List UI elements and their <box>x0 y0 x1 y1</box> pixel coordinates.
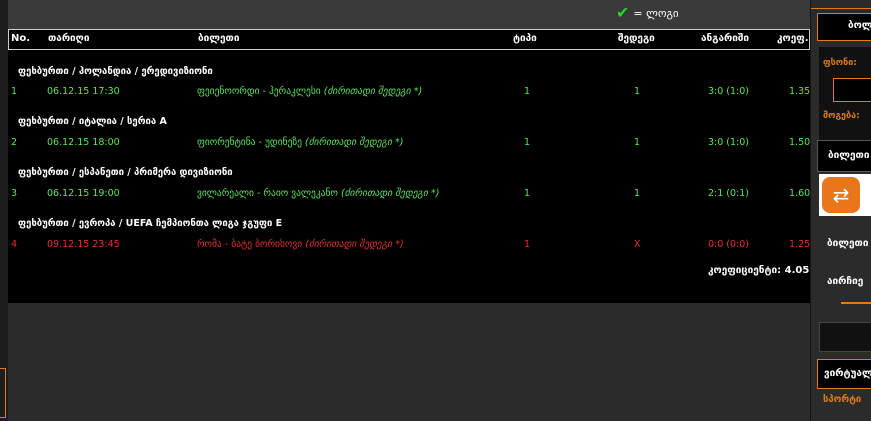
row-coef: 1.50 <box>789 137 811 148</box>
virtual-sports-button[interactable]: ვირტუალ <box>817 359 871 389</box>
row-date: 06.12.15 18:00 <box>47 137 120 148</box>
row-type: 1 <box>524 239 531 250</box>
row-event: რომა - ბატე ბორისოვი (ძირითადი შედეგი *) <box>197 239 404 250</box>
row-outcome: X <box>634 239 641 250</box>
row-score: 0:0 (0:0) <box>708 239 750 250</box>
shuffle-icon[interactable]: ⇄ <box>822 177 860 213</box>
stake-input[interactable] <box>833 78 871 102</box>
row-date: 06.12.15 19:00 <box>47 188 120 199</box>
event-note: (ძირითადი შედეგი *) <box>305 137 404 148</box>
row-date: 09.12.15 23:45 <box>47 239 120 250</box>
divider <box>811 8 871 9</box>
ticket-row-label: ბილეთი <box>827 238 869 249</box>
row-coef: 1.35 <box>789 86 811 97</box>
col-score: ანგარიში <box>701 33 750 44</box>
row-type: 1 <box>524 188 531 199</box>
event-note: (ძირითადი შედეგი *) <box>323 86 423 97</box>
row-no: 3 <box>11 188 18 199</box>
league-title: ფეხბურთი / ევროპა / UEFA ჩემპიონთა ლიგა … <box>18 218 283 229</box>
legend: ✔ = ლოგი <box>616 3 679 22</box>
win-label: მოგება: <box>823 111 860 121</box>
row-coef: 1.25 <box>789 239 811 250</box>
top-bar: ✔ = ლოგი <box>8 0 810 29</box>
page-background <box>8 303 810 421</box>
legend-won-label: = ლოგი <box>633 6 679 20</box>
row-type: 1 <box>524 137 531 148</box>
col-outcome: შედეგი <box>618 33 655 44</box>
event-name: ვილარეალი - რაიო ვალეკანო <box>197 188 338 199</box>
row-score: 2:1 (0:1) <box>708 188 750 199</box>
row-event: ფიორენტინა - უდინეზე (ძირითადი შედეგი *) <box>197 137 403 148</box>
row-no: 1 <box>11 86 18 97</box>
check-icon: ✔ <box>616 3 630 22</box>
col-coef: კოეფ. <box>777 33 809 44</box>
ticket-details-panel: No. თარიღი ბილეთი ტიპი შედეგი ანგარიში კ… <box>8 29 810 303</box>
event-note: (ძირითადი შედეგი *) <box>341 188 440 199</box>
row-type: 1 <box>524 86 531 97</box>
row-no: 4 <box>11 239 18 250</box>
tab-recent[interactable]: ბოლ <box>817 13 871 41</box>
sport-link[interactable]: სპორტი <box>823 394 861 405</box>
event-name: ფეიენოორდი - ჰერაკლესი <box>197 86 321 97</box>
stake-label: ფსონი: <box>823 58 857 68</box>
table-header: No. თარიღი ბილეთი ტიპი შედეგი ანგარიში კ… <box>8 29 810 50</box>
league-title: ფეხბურთი / იტალია / სერია A <box>18 116 167 127</box>
ticket-button[interactable]: ბილეთი <box>817 140 871 172</box>
league-title: ფეხბურთი / ესპანეთი / პრიმერა დივიზიონი <box>18 167 233 178</box>
col-no: No. <box>11 33 31 44</box>
row-outcome: 1 <box>634 86 641 97</box>
left-accent-box <box>0 368 6 418</box>
tab-label: ბოლ <box>848 20 871 31</box>
row-no: 2 <box>11 137 18 148</box>
col-date: თარიღი <box>48 33 90 44</box>
col-event: ბილეთი <box>198 33 240 44</box>
choose-label: აირჩიე <box>827 276 864 287</box>
placeholder-box <box>819 322 871 352</box>
row-score: 3:0 (1:0) <box>708 86 750 97</box>
right-sidebar: ბოლ ფსონი: მოგება: ბილეთი ⇄ ბილეთი აირჩი… <box>810 0 871 421</box>
event-name: რომა - ბატე ბორისოვი <box>197 239 303 250</box>
league-title: ფეხბურთი / ჰოლანდია / ერედივიზიონი <box>18 66 213 77</box>
total-coefficient: კოეფიციენტი: 4.05 <box>708 265 810 276</box>
row-outcome: 1 <box>634 188 641 199</box>
row-score: 3:0 (1:0) <box>708 137 750 148</box>
col-type: ტიპი <box>513 33 537 44</box>
row-date: 06.12.15 17:30 <box>47 86 120 97</box>
virtual-label: ვირტუალ <box>824 368 871 379</box>
event-name: ფიორენტინა - უდინეზე <box>197 137 302 148</box>
row-event: ვილარეალი - რაიო ვალეკანო (ძირითადი შედე… <box>197 188 439 199</box>
event-note: (ძირითადი შედეგი *) <box>305 239 404 250</box>
row-event: ფეიენოორდი - ჰერაკლესი (ძირითადი შედეგი … <box>197 86 422 97</box>
divider <box>841 302 871 304</box>
row-outcome: 1 <box>634 137 641 148</box>
shuffle-panel: ⇄ <box>819 174 871 216</box>
ticket-label: ბილეთი <box>828 150 870 161</box>
row-coef: 1.60 <box>789 188 811 199</box>
